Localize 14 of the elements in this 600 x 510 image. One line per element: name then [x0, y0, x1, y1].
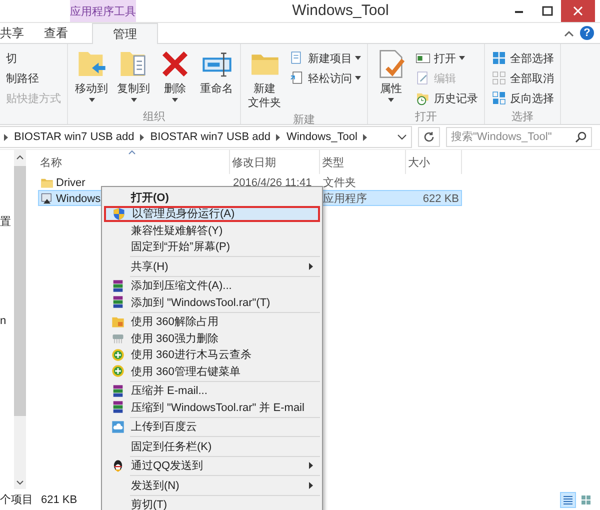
file-size: 622 KB: [422, 192, 459, 204]
file-name: Windows: [56, 192, 101, 204]
contextual-tab-header: 应用程序工具: [70, 0, 136, 22]
file-type: 应用程序: [323, 193, 367, 205]
file-name: Driver: [56, 176, 86, 188]
group-label: 打开: [415, 111, 437, 123]
group-label: 新建: [293, 114, 315, 126]
window-title: Windows_Tool: [291, 1, 390, 21]
group-label: 选择: [512, 111, 534, 123]
file-date: 2016/4/26 11:41: [233, 176, 312, 188]
file-type: 文件夹: [323, 177, 356, 189]
group-label: 组织: [143, 111, 165, 123]
selection-size: 621 KB: [41, 494, 78, 506]
item-count: 个项目: [0, 493, 33, 507]
